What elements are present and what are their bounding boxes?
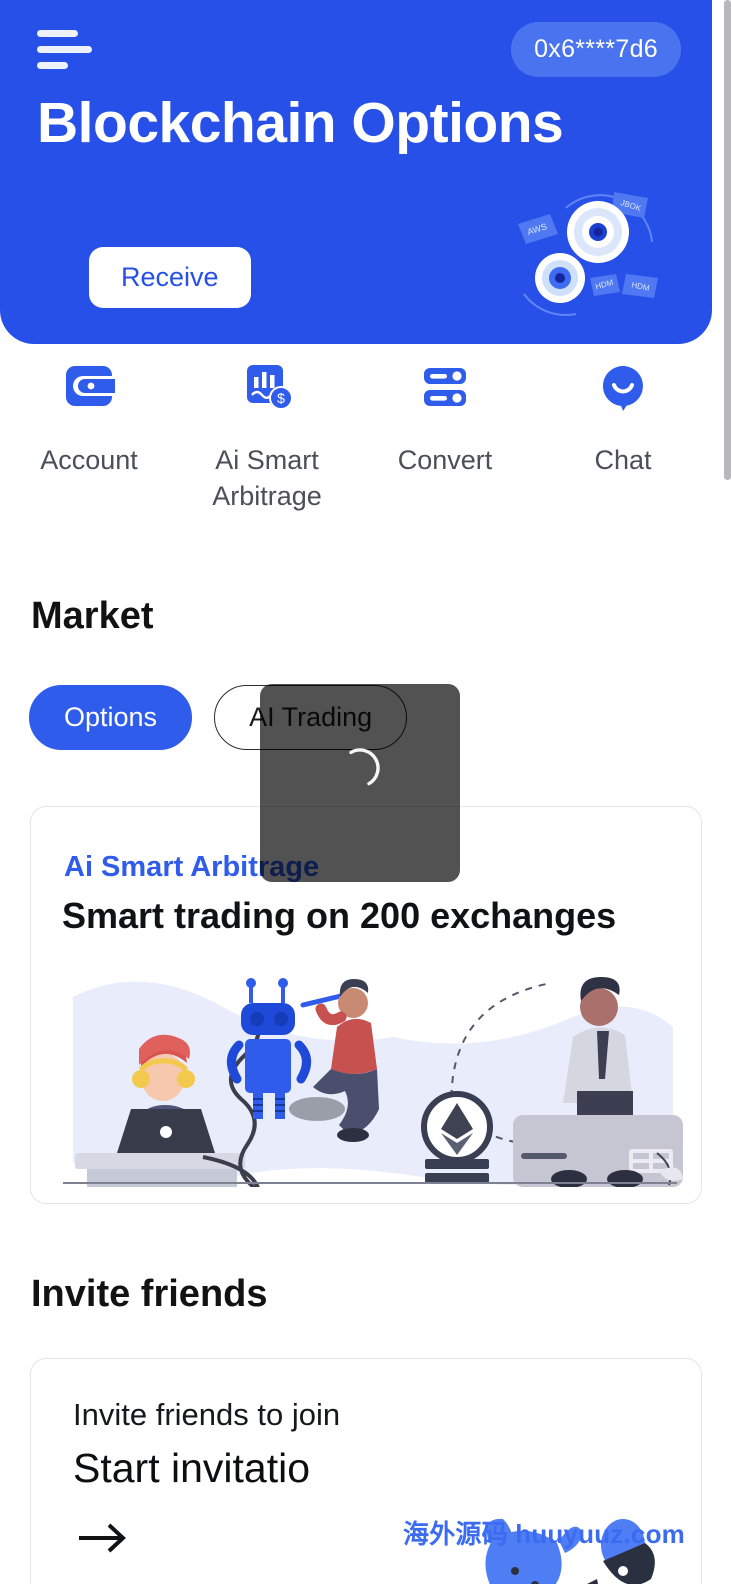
nav-item-convert[interactable]: Convert	[356, 360, 534, 514]
page-title: Blockchain Options	[37, 91, 564, 155]
loading-overlay	[260, 684, 460, 882]
sliders-icon	[424, 368, 466, 406]
nav-label-ai-smart-arbitrage: Ai Smart Arbitrage	[212, 445, 322, 511]
quick-nav-row: Account $ Ai Smart Arbitrage Convert Cha…	[0, 360, 712, 514]
site-watermark: 海外源码 huuyuuz.com	[403, 1519, 685, 1549]
arrow-right-icon[interactable]	[75, 1517, 131, 1559]
market-section-title: Market	[31, 595, 154, 637]
hamburger-menu-icon[interactable]	[37, 30, 99, 72]
arbitrage-illustration	[63, 977, 683, 1187]
nav-item-ai-smart-arbitrage[interactable]: $ Ai Smart Arbitrage	[178, 360, 356, 514]
invite-subtitle: Invite friends to join	[73, 1397, 341, 1432]
nav-label-chat: Chat	[594, 445, 652, 475]
card-heading: Smart trading on 200 exchanges	[62, 895, 617, 936]
nav-label-convert: Convert	[397, 445, 493, 475]
chart-dollar-icon: $	[247, 365, 293, 410]
scrollbar-thumb[interactable]	[724, 0, 731, 480]
invite-section-title: Invite friends	[31, 1273, 268, 1315]
nav-label-account: Account	[40, 445, 138, 475]
chat-bubble-icon	[602, 366, 643, 411]
app-screen: 0x6****7d6 Blockchain Options Receive AW…	[0, 0, 732, 1584]
header-tech-illustration: AWS JBOK HDM HDM	[518, 192, 658, 316]
wallet-icon	[66, 366, 115, 406]
tab-options[interactable]: Options	[29, 685, 193, 750]
invite-friends-card[interactable]: Invite friends to join Start invitatio 海…	[30, 1358, 702, 1584]
page-header: 0x6****7d6 Blockchain Options Receive AW…	[0, 0, 712, 344]
nav-item-account[interactable]: Account	[0, 360, 178, 514]
spinner-arc-icon	[349, 748, 380, 786]
wallet-address-badge[interactable]: 0x6****7d6	[511, 22, 681, 77]
invite-heading: Start invitatio	[73, 1445, 310, 1491]
nav-item-chat[interactable]: Chat	[534, 360, 712, 514]
receive-button[interactable]: Receive	[89, 247, 251, 308]
scrollbar-track[interactable]	[723, 0, 732, 1584]
svg-text:$: $	[277, 390, 285, 406]
